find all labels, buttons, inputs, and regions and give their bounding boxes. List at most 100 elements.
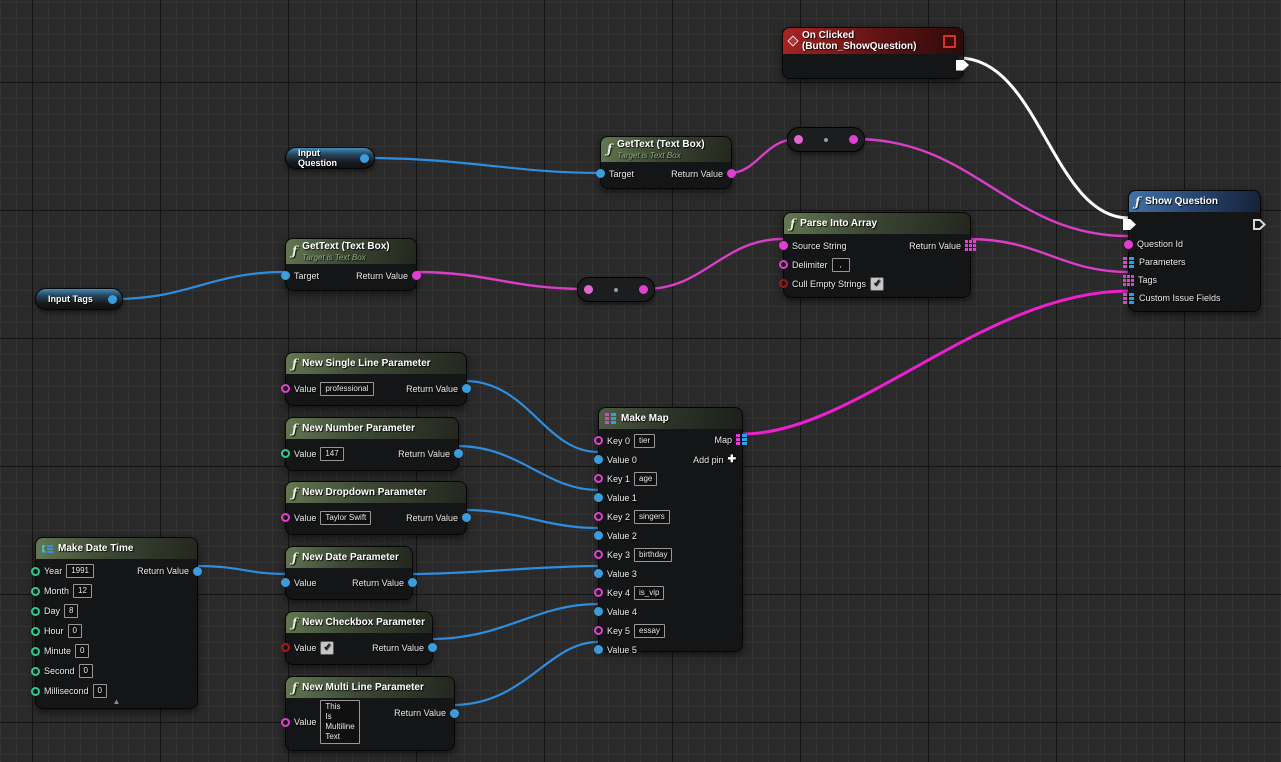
tags-array-pin[interactable] (1123, 275, 1134, 286)
wire-number-value1[interactable] (457, 446, 598, 490)
value-1-pin[interactable] (594, 493, 603, 502)
key-3-pin[interactable] (594, 550, 603, 559)
reroute-in-pin[interactable] (584, 285, 593, 294)
return-value-pin[interactable] (408, 578, 417, 587)
cull-empty-strings-pin[interactable] (779, 279, 788, 288)
millisecond-pin[interactable] (31, 687, 40, 696)
return-value-pin[interactable] (450, 709, 459, 718)
wire-singleline-value0[interactable] (465, 381, 598, 452)
key-4-input[interactable]: is_vip (634, 586, 664, 600)
key-5-input[interactable]: essay (634, 624, 665, 638)
key-2-pin[interactable] (594, 512, 603, 521)
return-value-pin[interactable] (462, 513, 471, 522)
node-new-checkbox-parameter[interactable]: ƒ New Checkbox Parameter Value Return Va… (285, 611, 433, 665)
year-input[interactable]: 1991 (66, 564, 94, 578)
key-1-pin[interactable] (594, 474, 603, 483)
node-new-dropdown-parameter[interactable]: ƒ New Dropdown Parameter Value Taylor Sw… (285, 481, 467, 535)
reroute-out-pin[interactable] (639, 285, 648, 294)
add-pin-icon[interactable]: ✚ (728, 455, 736, 465)
reroute-node-b[interactable] (577, 277, 655, 302)
value-pin[interactable] (281, 384, 290, 393)
value-input[interactable]: 147 (320, 447, 343, 461)
node-gettext-question[interactable]: ƒ GetText (Text Box) Target is Text Box … (600, 136, 732, 189)
hour-input[interactable]: 0 (68, 624, 82, 638)
value-pin[interactable] (281, 643, 290, 652)
node-make-map[interactable]: Make Map Key 0 tier Map Value 0 Add pin … (598, 407, 743, 652)
reroute-out-pin[interactable] (849, 135, 858, 144)
variable-node-input-question[interactable]: Input Question (285, 147, 375, 169)
parameters-map-pin[interactable] (1123, 257, 1135, 268)
key-1-input[interactable]: age (634, 472, 657, 486)
wire-makedatetime-datevalue[interactable] (198, 566, 285, 574)
minute-pin[interactable] (31, 647, 40, 656)
wire-dropdown-value2[interactable] (465, 510, 598, 528)
wire-multiline-value5[interactable] (453, 642, 598, 705)
custom-issue-fields-map-pin[interactable] (1123, 293, 1135, 304)
return-value-pin[interactable] (454, 449, 463, 458)
day-pin[interactable] (31, 607, 40, 616)
return-value-array-pin[interactable] (965, 240, 976, 251)
month-input[interactable]: 12 (73, 584, 92, 598)
wire-checkbox-value4[interactable] (431, 604, 598, 639)
blueprint-graph[interactable]: On Clicked (Button_ShowQuestion) ƒ GetTe… (0, 0, 1281, 762)
millisecond-input[interactable]: 0 (93, 684, 107, 698)
target-pin[interactable] (281, 271, 290, 280)
wire-gettext-return-reroute-b[interactable] (415, 272, 587, 289)
delimiter-pin[interactable] (779, 260, 788, 269)
node-on-clicked[interactable]: On Clicked (Button_ShowQuestion) (782, 27, 964, 79)
key-0-pin[interactable] (594, 436, 603, 445)
reroute-in-pin[interactable] (794, 135, 803, 144)
question-id-pin[interactable] (1124, 240, 1133, 249)
second-input[interactable]: 0 (79, 664, 93, 678)
wire-reroute-b-sourcestring[interactable] (645, 239, 783, 289)
map-out-pin[interactable] (736, 434, 748, 445)
key-2-input[interactable]: singers (634, 510, 670, 524)
value-input[interactable]: This Is Multiline Text (320, 700, 359, 744)
cull-empty-strings-checkbox[interactable] (870, 277, 884, 291)
variable-out-pin[interactable] (360, 154, 369, 163)
value-4-pin[interactable] (594, 607, 603, 616)
target-pin[interactable] (596, 169, 605, 178)
node-make-date-time[interactable]: Make Date Time Year 1991 Return Value Mo… (35, 537, 198, 709)
value-pin[interactable] (281, 513, 290, 522)
day-input[interactable]: 8 (64, 604, 78, 618)
wire-inputquestion-gettext-target[interactable] (366, 158, 600, 173)
key-4-pin[interactable] (594, 588, 603, 597)
variable-node-input-tags[interactable]: Input Tags (35, 288, 123, 310)
source-string-pin[interactable] (779, 241, 788, 250)
wire-exec-onclicked-showquestion[interactable] (959, 58, 1129, 218)
return-value-pin[interactable] (193, 567, 202, 576)
month-pin[interactable] (31, 587, 40, 596)
delegate-pin[interactable] (943, 35, 956, 48)
reroute-node-a[interactable] (787, 127, 865, 152)
key-5-pin[interactable] (594, 626, 603, 635)
value-2-pin[interactable] (594, 531, 603, 540)
value-3-pin[interactable] (594, 569, 603, 578)
wire-inputtags-gettext-target[interactable] (114, 272, 285, 299)
node-new-date-parameter[interactable]: ƒ New Date Parameter Value Return Value (285, 546, 413, 600)
value-pin[interactable] (281, 449, 290, 458)
return-value-pin[interactable] (428, 643, 437, 652)
wire-makemap-customissuefields[interactable] (743, 291, 1128, 434)
node-new-single-line-parameter[interactable]: ƒ New Single Line Parameter Value profes… (285, 352, 467, 406)
variable-out-pin[interactable] (108, 295, 117, 304)
value-input[interactable]: Taylor Swift (320, 511, 371, 525)
node-new-number-parameter[interactable]: ƒ New Number Parameter Value 147 Return … (285, 417, 459, 471)
value-pin[interactable] (281, 718, 290, 727)
collapse-arrow-icon[interactable]: ▲ (113, 698, 121, 706)
minute-input[interactable]: 0 (75, 644, 89, 658)
node-parse-into-array[interactable]: ƒ Parse Into Array Source String Return … (783, 212, 971, 298)
node-show-question[interactable]: ƒ Show Question Question Id Parameters T… (1128, 190, 1261, 312)
wire-parsearray-tags[interactable] (969, 239, 1128, 272)
value-0-pin[interactable] (594, 455, 603, 464)
year-pin[interactable] (31, 567, 40, 576)
wire-date-value3[interactable] (411, 566, 598, 574)
value-5-pin[interactable] (594, 645, 603, 654)
node-new-multi-line-parameter[interactable]: ƒ New Multi Line Parameter Value This Is… (285, 676, 455, 751)
value-input[interactable]: professional (320, 382, 373, 396)
key-0-input[interactable]: tier (634, 434, 655, 448)
return-value-pin[interactable] (462, 384, 471, 393)
value-pin[interactable] (281, 578, 290, 587)
value-checkbox[interactable] (320, 641, 334, 655)
key-3-input[interactable]: birthday (634, 548, 672, 562)
